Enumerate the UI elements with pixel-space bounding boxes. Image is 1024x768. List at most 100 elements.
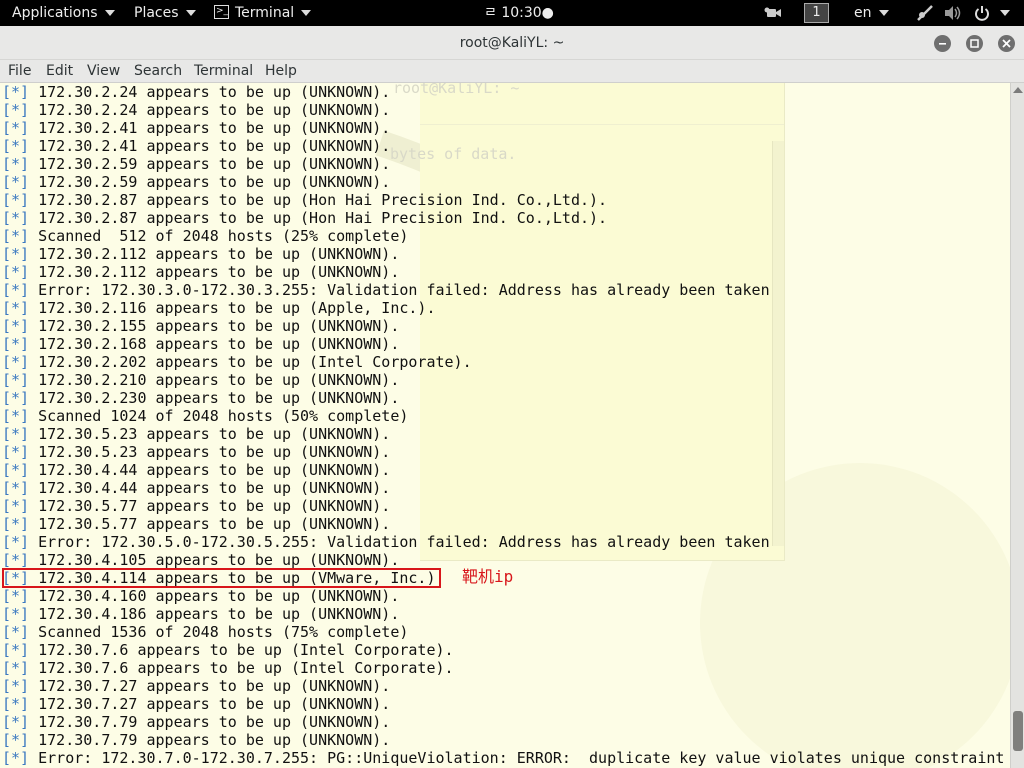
terminal-line: [*] 172.30.2.87 appears to be up (Hon Ha… <box>2 191 1004 209</box>
line-spacer <box>29 155 38 173</box>
line-text: 172.30.7.27 appears to be up (UNKNOWN). <box>38 695 391 713</box>
close-icon <box>1002 39 1011 48</box>
line-text: 172.30.4.160 appears to be up (UNKNOWN). <box>38 587 400 605</box>
minimize-button[interactable] <box>934 35 951 52</box>
line-spacer <box>29 677 38 695</box>
menu-terminal[interactable]: Terminal <box>194 60 253 82</box>
terminal-line: [*] 172.30.2.168 appears to be up (UNKNO… <box>2 335 1004 353</box>
line-text: 172.30.4.105 appears to be up (UNKNOWN). <box>38 551 400 569</box>
video-icon[interactable] <box>764 0 782 26</box>
window-titlebar[interactable]: root@KaliYL: ~ <box>0 26 1024 60</box>
close-button[interactable] <box>998 35 1015 52</box>
menu-edit[interactable]: Edit <box>46 60 73 82</box>
terminal-scrollbar[interactable] <box>1010 83 1024 768</box>
chevron-down-icon <box>301 10 312 16</box>
line-text: 172.30.2.59 appears to be up (UNKNOWN). <box>38 155 391 173</box>
places-menu[interactable]: Places <box>134 0 196 26</box>
chevron-down-icon <box>878 10 889 16</box>
line-spacer <box>29 137 38 155</box>
terminal-output[interactable]: root@KaliYL: ~ bytes of data. [*] 172.30… <box>0 83 1010 768</box>
terminal-line: [*] 172.30.7.6 appears to be up (Intel C… <box>2 641 1004 659</box>
terminal-line: [*] 172.30.2.24 appears to be up (UNKNOW… <box>2 101 1004 119</box>
line-prefix: [*] <box>2 731 30 749</box>
volume-icon[interactable] <box>944 0 962 26</box>
clock[interactable]: ㄹ 10:30● <box>484 0 554 26</box>
workspace-indicator[interactable]: 1 <box>804 0 829 26</box>
line-prefix: [*] <box>2 695 30 713</box>
line-spacer <box>29 263 38 281</box>
terminal-line: [*] 172.30.2.87 appears to be up (Hon Ha… <box>2 209 1004 227</box>
line-spacer <box>29 749 38 767</box>
line-prefix: [*] <box>2 209 30 227</box>
line-text: 172.30.2.41 appears to be up (UNKNOWN). <box>38 119 391 137</box>
power-menu[interactable] <box>974 0 1010 26</box>
line-spacer <box>29 101 38 119</box>
network-icon[interactable] <box>916 0 934 26</box>
chevron-down-icon <box>104 10 115 16</box>
line-prefix: [*] <box>2 335 30 353</box>
terminal-line: [*] 172.30.5.77 appears to be up (UNKNOW… <box>2 497 1004 515</box>
maximize-icon <box>970 39 979 48</box>
line-text: 172.30.2.41 appears to be up (UNKNOWN). <box>38 137 391 155</box>
scroll-thumb[interactable] <box>1013 711 1023 751</box>
line-prefix: [*] <box>2 83 30 101</box>
line-spacer <box>29 227 38 245</box>
line-spacer <box>29 425 38 443</box>
line-text: Scanned 1024 of 2048 hosts (50% complete… <box>38 407 409 425</box>
line-text: 172.30.4.44 appears to be up (UNKNOWN). <box>38 461 391 479</box>
line-text: 172.30.4.186 appears to be up (UNKNOWN). <box>38 605 400 623</box>
menu-bar: File Edit View Search Terminal Help <box>0 60 1024 83</box>
line-prefix: [*] <box>2 353 30 371</box>
terminal-line: [*] 172.30.7.79 appears to be up (UNKNOW… <box>2 731 1004 749</box>
chevron-down-icon <box>1000 10 1010 16</box>
terminal-app-icon: >_ <box>214 5 229 19</box>
terminal-line: [*] 172.30.4.186 appears to be up (UNKNO… <box>2 605 1004 623</box>
line-spacer <box>29 191 38 209</box>
terminal-line: [*] 172.30.5.77 appears to be up (UNKNOW… <box>2 515 1004 533</box>
terminal-line: [*] 172.30.2.116 appears to be up (Apple… <box>2 299 1004 317</box>
line-text: 172.30.2.155 appears to be up (UNKNOWN). <box>38 317 400 335</box>
line-prefix: [*] <box>2 263 30 281</box>
menu-view[interactable]: View <box>87 60 120 82</box>
power-icon <box>975 6 989 21</box>
line-prefix: [*] <box>2 659 30 677</box>
scroll-up-icon[interactable] <box>1013 87 1023 93</box>
language-selector[interactable]: en <box>854 0 889 26</box>
terminal-app-menu[interactable]: >_ Terminal <box>214 0 312 26</box>
terminal-line: [*] Error: 172.30.5.0-172.30.5.255: Vali… <box>2 533 1004 551</box>
line-spacer <box>29 407 38 425</box>
line-text: 172.30.2.24 appears to be up (UNKNOWN). <box>38 83 391 101</box>
line-text: 172.30.2.230 appears to be up (UNKNOWN). <box>38 389 400 407</box>
terminal-line: [*] 172.30.7.6 appears to be up (Intel C… <box>2 659 1004 677</box>
line-prefix: [*] <box>2 497 30 515</box>
line-spacer <box>29 551 38 569</box>
terminal-line: [*] 172.30.7.27 appears to be up (UNKNOW… <box>2 677 1004 695</box>
applications-label: Applications <box>12 5 98 21</box>
terminal-line: [*] Error: 172.30.3.0-172.30.3.255: Vali… <box>2 281 1004 299</box>
line-prefix: [*] <box>2 317 30 335</box>
line-text: 172.30.7.79 appears to be up (UNKNOWN). <box>38 731 391 749</box>
line-prefix: [*] <box>2 389 30 407</box>
chevron-down-icon <box>185 10 196 16</box>
terminal-line: [*] 172.30.7.79 appears to be up (UNKNOW… <box>2 713 1004 731</box>
line-spacer <box>29 461 38 479</box>
line-spacer <box>29 245 38 263</box>
line-prefix: [*] <box>2 623 30 641</box>
maximize-button[interactable] <box>966 35 983 52</box>
line-spacer <box>29 281 38 299</box>
line-spacer <box>29 173 38 191</box>
line-text: Error: 172.30.7.0-172.30.7.255: PG::Uniq… <box>38 749 1005 767</box>
line-text: 172.30.2.202 appears to be up (Intel Cor… <box>38 353 472 371</box>
line-text: 172.30.4.44 appears to be up (UNKNOWN). <box>38 479 391 497</box>
applications-menu[interactable]: Applications <box>12 0 115 26</box>
window-title: root@KaliYL: ~ <box>459 35 565 51</box>
menu-help[interactable]: Help <box>265 60 297 82</box>
line-prefix: [*] <box>2 749 30 767</box>
line-spacer <box>29 587 38 605</box>
line-prefix: [*] <box>2 605 30 623</box>
terminal-line: [*] Scanned 512 of 2048 hosts (25% compl… <box>2 227 1004 245</box>
line-prefix: [*] <box>2 137 30 155</box>
target-highlight-box <box>2 568 441 588</box>
menu-file[interactable]: File <box>8 60 31 82</box>
menu-search[interactable]: Search <box>134 60 182 82</box>
